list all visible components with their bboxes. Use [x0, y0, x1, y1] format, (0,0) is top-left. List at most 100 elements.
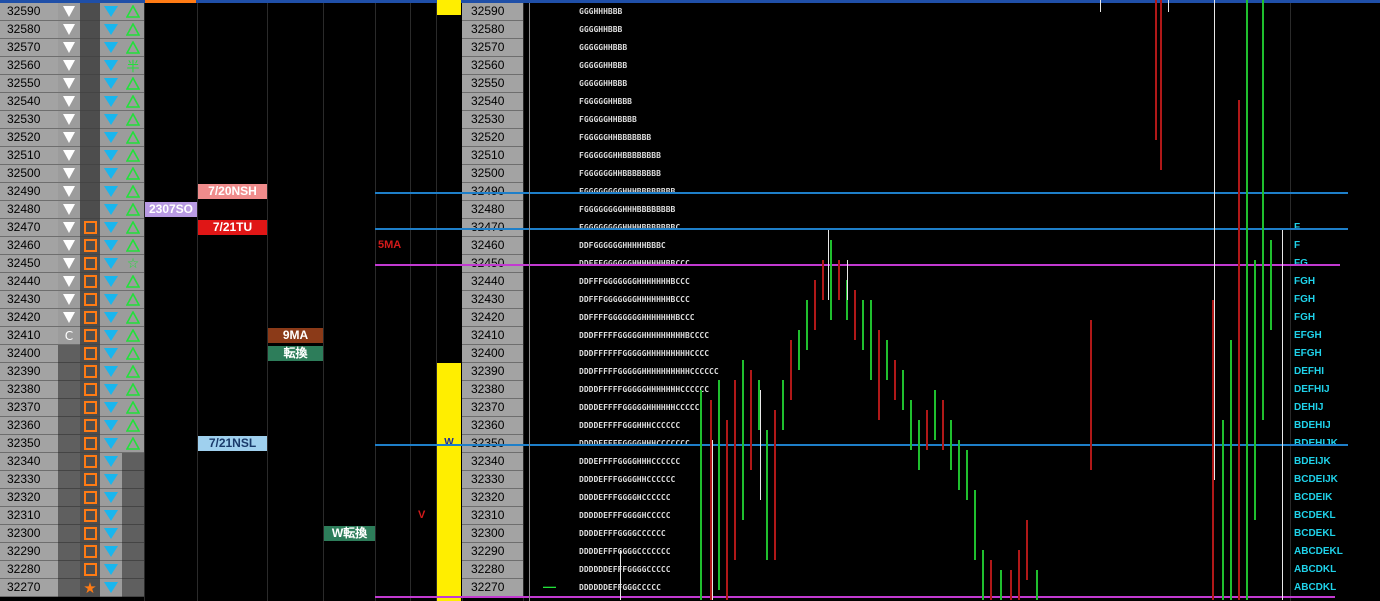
- buy-marker-cell[interactable]: [122, 453, 144, 471]
- order-box-cell[interactable]: [80, 3, 100, 21]
- sell-marker-cell[interactable]: [58, 471, 80, 489]
- tag-7-20nsh[interactable]: 7/20NSH: [198, 184, 267, 199]
- order-box-cell[interactable]: [80, 489, 100, 507]
- cyan-marker-cell[interactable]: [100, 75, 122, 93]
- mid-price-cell[interactable]: 32550: [462, 75, 523, 93]
- sell-marker-cell[interactable]: [58, 453, 80, 471]
- sell-marker-cell[interactable]: [58, 273, 80, 291]
- sell-marker-cell[interactable]: [58, 543, 80, 561]
- buy-marker-cell[interactable]: [122, 75, 144, 93]
- tag-2307so[interactable]: 2307SO: [145, 202, 197, 217]
- mid-price-cell[interactable]: 32460: [462, 237, 523, 255]
- mid-price-cell[interactable]: 32360: [462, 417, 523, 435]
- order-box-cell[interactable]: [80, 129, 100, 147]
- sell-marker-cell[interactable]: [58, 165, 80, 183]
- sell-marker-cell[interactable]: [58, 435, 80, 453]
- cyan-marker-cell[interactable]: [100, 165, 122, 183]
- cyan-marker-cell[interactable]: [100, 201, 122, 219]
- tag-7-21tu[interactable]: 7/21TU: [198, 220, 267, 235]
- sell-marker-cell[interactable]: [58, 3, 80, 21]
- buy-marker-cell[interactable]: [122, 165, 144, 183]
- cyan-marker-cell[interactable]: [100, 381, 122, 399]
- cyan-marker-cell[interactable]: [100, 273, 122, 291]
- sell-marker-cell[interactable]: [58, 489, 80, 507]
- price-cell[interactable]: 32310: [0, 507, 58, 525]
- mid-price-cell[interactable]: 32300: [462, 525, 523, 543]
- buy-marker-cell[interactable]: [122, 21, 144, 39]
- mid-price-cell[interactable]: 32290: [462, 543, 523, 561]
- order-box-cell[interactable]: [80, 21, 100, 39]
- buy-marker-cell[interactable]: [122, 381, 144, 399]
- mid-price-cell[interactable]: 32410: [462, 327, 523, 345]
- buy-marker-cell[interactable]: [122, 579, 144, 597]
- buy-marker-cell[interactable]: [122, 147, 144, 165]
- mid-price-cell[interactable]: 32320: [462, 489, 523, 507]
- tag-tenkan[interactable]: 転換: [268, 346, 323, 361]
- order-box-cell[interactable]: [80, 291, 100, 309]
- buy-marker-cell[interactable]: [122, 273, 144, 291]
- sell-marker-cell[interactable]: [58, 561, 80, 579]
- cyan-marker-cell[interactable]: [100, 327, 122, 345]
- cyan-marker-cell[interactable]: [100, 255, 122, 273]
- order-box-cell[interactable]: [80, 363, 100, 381]
- cyan-marker-cell[interactable]: [100, 39, 122, 57]
- cyan-marker-cell[interactable]: [100, 111, 122, 129]
- order-box-cell[interactable]: [80, 219, 100, 237]
- buy-marker-cell[interactable]: [122, 93, 144, 111]
- price-cell[interactable]: 32410: [0, 327, 58, 345]
- mid-price-cell[interactable]: 32400: [462, 345, 523, 363]
- cyan-marker-cell[interactable]: [100, 57, 122, 75]
- buy-marker-cell[interactable]: [122, 525, 144, 543]
- price-cell[interactable]: 32350: [0, 435, 58, 453]
- buy-marker-cell[interactable]: [122, 237, 144, 255]
- sell-marker-cell[interactable]: [58, 525, 80, 543]
- cyan-marker-cell[interactable]: [100, 489, 122, 507]
- buy-marker-cell[interactable]: [122, 417, 144, 435]
- cyan-marker-cell[interactable]: [100, 417, 122, 435]
- sell-marker-cell[interactable]: [58, 579, 80, 597]
- cyan-marker-cell[interactable]: [100, 129, 122, 147]
- price-cell[interactable]: 32340: [0, 453, 58, 471]
- order-box-cell[interactable]: [80, 147, 100, 165]
- mid-price-cell[interactable]: 32570: [462, 39, 523, 57]
- sell-marker-cell[interactable]: [58, 381, 80, 399]
- price-cell[interactable]: 32550: [0, 75, 58, 93]
- tag-w-tenkan[interactable]: W転換: [324, 526, 375, 541]
- mid-price-cell[interactable]: 32560: [462, 57, 523, 75]
- order-box-cell[interactable]: [80, 57, 100, 75]
- order-box-cell[interactable]: [80, 417, 100, 435]
- cyan-marker-cell[interactable]: [100, 525, 122, 543]
- buy-marker-cell[interactable]: [122, 435, 144, 453]
- buy-marker-cell[interactable]: [122, 345, 144, 363]
- mid-price-cell[interactable]: 32580: [462, 21, 523, 39]
- mid-price-cell[interactable]: 32480: [462, 201, 523, 219]
- order-box-cell[interactable]: [80, 453, 100, 471]
- order-box-cell[interactable]: [80, 183, 100, 201]
- sell-marker-cell[interactable]: [58, 147, 80, 165]
- mid-price-cell[interactable]: 32370: [462, 399, 523, 417]
- sell-marker-cell[interactable]: [58, 345, 80, 363]
- cyan-marker-cell[interactable]: [100, 21, 122, 39]
- price-cell[interactable]: 32570: [0, 39, 58, 57]
- cyan-marker-cell[interactable]: [100, 93, 122, 111]
- cyan-marker-cell[interactable]: [100, 399, 122, 417]
- cyan-marker-cell[interactable]: [100, 219, 122, 237]
- sell-marker-cell[interactable]: [58, 291, 80, 309]
- buy-marker-cell[interactable]: [122, 399, 144, 417]
- cyan-marker-cell[interactable]: [100, 183, 122, 201]
- order-box-cell[interactable]: [80, 543, 100, 561]
- buy-marker-cell[interactable]: ☆: [122, 255, 144, 273]
- mid-price-cell[interactable]: 32500: [462, 165, 523, 183]
- order-box-cell[interactable]: [80, 93, 100, 111]
- buy-marker-cell[interactable]: [122, 363, 144, 381]
- mid-price-cell[interactable]: 32520: [462, 129, 523, 147]
- price-cell[interactable]: 32510: [0, 147, 58, 165]
- buy-marker-cell[interactable]: [122, 327, 144, 345]
- buy-marker-cell[interactable]: [122, 471, 144, 489]
- mid-price-cell[interactable]: 32390: [462, 363, 523, 381]
- order-box-cell[interactable]: [80, 327, 100, 345]
- buy-marker-cell[interactable]: 半: [122, 57, 144, 75]
- sell-marker-cell[interactable]: [58, 237, 80, 255]
- order-box-cell[interactable]: [80, 165, 100, 183]
- mid-price-cell[interactable]: 32280: [462, 561, 523, 579]
